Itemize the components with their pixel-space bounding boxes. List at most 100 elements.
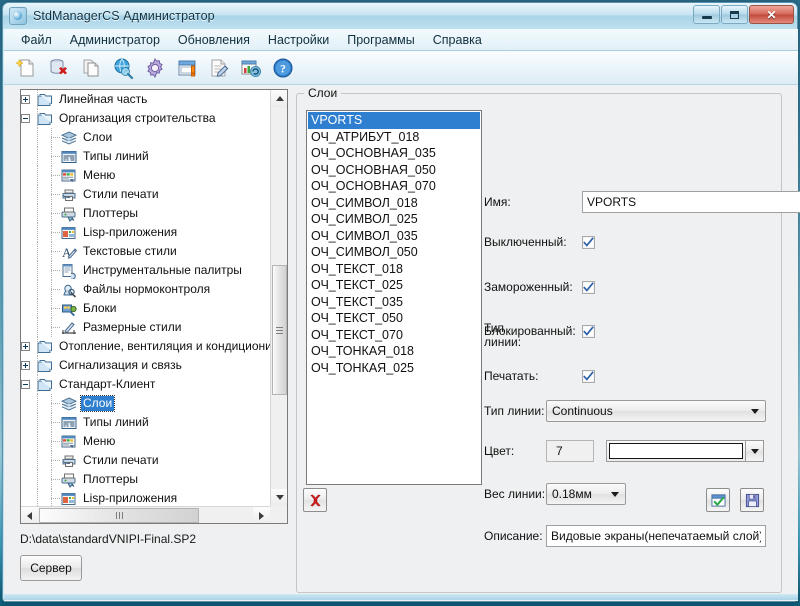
description-label: Описание: bbox=[484, 529, 546, 543]
tree-node[interactable]: AТекстовые стили bbox=[21, 242, 270, 261]
tree-node[interactable]: Линейная часть bbox=[21, 90, 270, 109]
tree-node[interactable]: Файлы нормоконтроля bbox=[21, 280, 270, 299]
lisp-icon bbox=[61, 491, 81, 507]
globe-search-button[interactable] bbox=[110, 55, 136, 81]
layer-list-item[interactable]: ОЧ_ТЕКСТ_070 bbox=[308, 327, 480, 344]
tree-expander[interactable] bbox=[21, 361, 30, 370]
layer-list-item[interactable]: ОЧ_СИМВОЛ_025 bbox=[308, 211, 480, 228]
tree-guide bbox=[47, 280, 61, 299]
tree-scroll-left-button[interactable] bbox=[21, 507, 38, 524]
menu-help[interactable]: Справка bbox=[424, 30, 491, 50]
tree-scroll-down-button[interactable] bbox=[271, 489, 288, 506]
layer-list-item[interactable]: ОЧ_АТРИБУТ_018 bbox=[308, 129, 480, 146]
tree-node[interactable]: Lisp-приложения bbox=[21, 223, 270, 242]
chart-refresh-button[interactable] bbox=[238, 55, 264, 81]
tree-node[interactable]: Меню bbox=[21, 166, 270, 185]
layer-list-item[interactable]: ОЧ_ТЕКСТ_035 bbox=[308, 294, 480, 311]
tree-node[interactable]: Меню bbox=[21, 432, 270, 451]
tree-horizontal-scroll-thumb[interactable] bbox=[39, 508, 199, 523]
layer-list-item[interactable]: ОЧ_СИМВОЛ_050 bbox=[308, 244, 480, 261]
tree-node[interactable]: Слои bbox=[21, 394, 270, 413]
layer-list-item[interactable]: ОЧ_ТЕКСТ_025 bbox=[308, 277, 480, 294]
edit-note-button[interactable] bbox=[206, 55, 232, 81]
frozen-label: Замороженный: bbox=[484, 280, 582, 294]
minimize-button[interactable] bbox=[693, 5, 720, 24]
description-input[interactable] bbox=[546, 525, 766, 547]
tree-node[interactable]: Плоттеры bbox=[21, 204, 270, 223]
tree-node[interactable]: Типы линий bbox=[21, 413, 270, 432]
window-alert-button[interactable] bbox=[174, 55, 200, 81]
tree-guide bbox=[33, 223, 47, 242]
layer-list-item[interactable]: VPORTS bbox=[308, 112, 480, 129]
layer-list-item[interactable]: ОЧ_ОСНОВНАЯ_035 bbox=[308, 145, 480, 162]
tree-node[interactable]: Размерные стили bbox=[21, 318, 270, 337]
color-number-field[interactable]: 7 bbox=[546, 440, 594, 462]
menu-file[interactable]: Файл bbox=[12, 30, 61, 50]
lineweight-combo[interactable]: 0.18мм bbox=[546, 483, 626, 505]
layer-list-item[interactable]: ОЧ_ТОНКАЯ_025 bbox=[308, 360, 480, 377]
maximize-button[interactable] bbox=[721, 5, 748, 24]
menu-settings[interactable]: Настройки bbox=[259, 30, 338, 50]
tree-guide bbox=[33, 90, 37, 109]
tree-vertical-scroll-thumb[interactable] bbox=[272, 265, 287, 395]
tree-expander[interactable] bbox=[21, 380, 30, 389]
tree-node[interactable]: Плоттеры bbox=[21, 470, 270, 489]
blocks-icon bbox=[61, 301, 81, 317]
tree-node-label: Инструментальные палитры bbox=[81, 263, 244, 278]
tree-node[interactable]: Организация строительства bbox=[21, 109, 270, 128]
help-button[interactable]: ? bbox=[270, 55, 296, 81]
locked-checkbox[interactable] bbox=[582, 325, 595, 338]
tree-node-label: Типы линий bbox=[81, 415, 151, 430]
close-button[interactable]: ✕ bbox=[749, 5, 794, 24]
tree-scroll-right-button[interactable] bbox=[253, 507, 270, 524]
tree-node[interactable]: Типы линий bbox=[21, 147, 270, 166]
linetype-combo[interactable]: Continuous bbox=[546, 400, 766, 422]
tree-expander[interactable] bbox=[21, 342, 30, 351]
off-checkbox[interactable] bbox=[582, 236, 595, 249]
save-button[interactable] bbox=[740, 488, 764, 512]
tree-node-label: Слои bbox=[81, 396, 114, 411]
tree-node[interactable]: Сигнализация и связь bbox=[21, 356, 270, 375]
gear-button[interactable] bbox=[142, 55, 168, 81]
tree-node[interactable]: Инструментальные палитры bbox=[21, 261, 270, 280]
tree-node[interactable]: Блоки bbox=[21, 299, 270, 318]
tree-node[interactable]: Lisp-приложения bbox=[21, 489, 270, 506]
menu-bar: ФайлАдминистраторОбновленияНастройкиПрог… bbox=[4, 29, 798, 51]
tree-node[interactable]: Стили печати bbox=[21, 185, 270, 204]
menu-updates[interactable]: Обновления bbox=[169, 30, 259, 50]
tree-node[interactable]: Слои bbox=[21, 128, 270, 147]
copy-button[interactable] bbox=[78, 55, 104, 81]
tree-node[interactable]: Стили печати bbox=[21, 451, 270, 470]
layer-list-item[interactable]: ОЧ_ТЕКСТ_050 bbox=[308, 310, 480, 327]
new-document-button[interactable] bbox=[14, 55, 40, 81]
server-button[interactable]: Сервер bbox=[20, 555, 82, 581]
color-swatch-combo[interactable] bbox=[606, 440, 746, 462]
tree-node[interactable]: Отопление, вентиляция и кондиционирс bbox=[21, 337, 270, 356]
menu-administrator[interactable]: Администратор bbox=[61, 30, 169, 50]
layer-name-input[interactable] bbox=[582, 191, 800, 213]
tree-horizontal-scrollbar[interactable] bbox=[21, 506, 270, 523]
tree-node-label: Стили печати bbox=[81, 187, 161, 202]
menu-icon bbox=[61, 434, 81, 450]
tree-expander[interactable] bbox=[21, 95, 30, 104]
layers-list[interactable]: VPORTSОЧ_АТРИБУТ_018ОЧ_ОСНОВНАЯ_035ОЧ_ОС… bbox=[306, 110, 482, 485]
layer-list-item[interactable]: ОЧ_ТЕКСТ_018 bbox=[308, 261, 480, 278]
apply-button[interactable] bbox=[706, 488, 730, 512]
color-dropdown-button[interactable] bbox=[746, 440, 764, 462]
plot-checkbox[interactable] bbox=[582, 370, 595, 383]
layer-list-item[interactable]: ОЧ_ОСНОВНАЯ_070 bbox=[308, 178, 480, 195]
frozen-checkbox[interactable] bbox=[582, 281, 595, 294]
tree-vertical-scrollbar[interactable] bbox=[270, 90, 287, 506]
menu-programs[interactable]: Программы bbox=[338, 30, 424, 50]
application-window: StdManagerCS Администратор ✕ ФайлАдминис… bbox=[2, 2, 798, 602]
layer-list-item[interactable]: ОЧ_ОСНОВНАЯ_050 bbox=[308, 162, 480, 179]
delete-layer-button[interactable] bbox=[303, 488, 327, 512]
tree-expander[interactable] bbox=[21, 114, 30, 123]
tree-scroll-up-button[interactable] bbox=[271, 90, 288, 107]
standards-tree[interactable]: Линейная частьОрганизация строительстваС… bbox=[20, 89, 288, 524]
layer-list-item[interactable]: ОЧ_СИМВОЛ_035 bbox=[308, 228, 480, 245]
delete-database-button[interactable] bbox=[46, 55, 72, 81]
layer-list-item[interactable]: ОЧ_ТОНКАЯ_018 bbox=[308, 343, 480, 360]
tree-node[interactable]: Стандарт-Клиент bbox=[21, 375, 270, 394]
layer-list-item[interactable]: ОЧ_СИМВОЛ_018 bbox=[308, 195, 480, 212]
